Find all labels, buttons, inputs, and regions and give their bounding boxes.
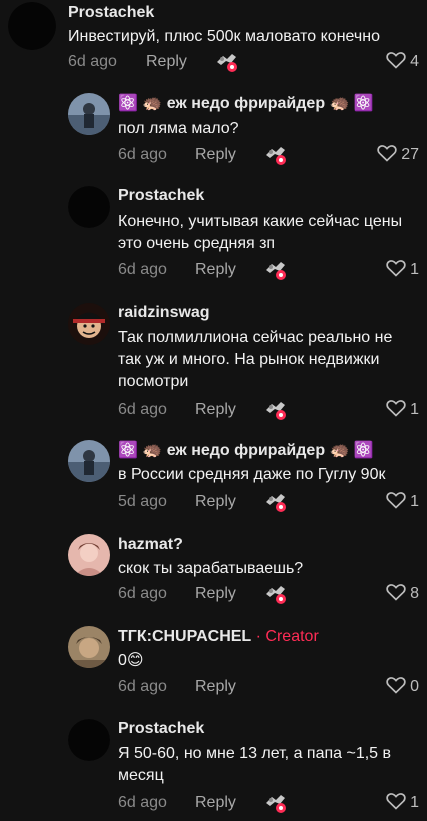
- comment-author[interactable]: Prostachek: [118, 719, 204, 739]
- like-button[interactable]: 1: [386, 259, 419, 281]
- comment-author[interactable]: ⚛️ 🦔 еж недо фрирайдер 🦔 ⚛️: [118, 441, 374, 461]
- reply-button[interactable]: Reply: [195, 260, 236, 280]
- comment-text: 0😊: [118, 652, 144, 669]
- like-count: 4: [410, 53, 419, 70]
- avatar[interactable]: [68, 719, 110, 761]
- reply-item: ТГК:CHUPACHEL · Creator 0😊 6d ago Reply …: [0, 622, 427, 707]
- like-button[interactable]: 1: [386, 491, 419, 513]
- duet-sticker-icon[interactable]: [263, 256, 289, 282]
- reply-button[interactable]: Reply: [195, 793, 236, 813]
- comment-author[interactable]: hazmat?: [118, 535, 183, 555]
- reply-button[interactable]: Reply: [195, 677, 236, 697]
- avatar[interactable]: [8, 2, 56, 50]
- like-count: 1: [410, 261, 419, 278]
- duet-sticker-icon[interactable]: [214, 48, 240, 74]
- comment-text: пол ляма мало?: [118, 120, 239, 137]
- comment-time: 6d ago: [118, 678, 167, 695]
- heart-outline-icon: [386, 583, 406, 606]
- reply-button[interactable]: Reply: [146, 52, 187, 72]
- like-count: 1: [410, 401, 419, 418]
- like-count: 1: [410, 794, 419, 811]
- reply-button[interactable]: Reply: [195, 145, 236, 165]
- reply-item: ⚛️ 🦔 еж недо фрирайдер 🦔 ⚛️ в России сре…: [0, 436, 427, 521]
- duet-sticker-icon[interactable]: [263, 789, 289, 815]
- comment-time: 6d ago: [118, 146, 167, 163]
- like-button[interactable]: 0: [386, 676, 419, 698]
- like-button[interactable]: 27: [377, 144, 419, 166]
- comment-text: скок ты зарабатываешь?: [118, 560, 304, 577]
- comment-author[interactable]: Prostachek: [68, 3, 154, 23]
- like-button[interactable]: 8: [386, 583, 419, 605]
- comment-item: Prostachek Инвестируй, плюс 500к маловат…: [0, 0, 427, 80]
- avatar[interactable]: [68, 440, 110, 482]
- comment-text: Я 50-60, но мне 13 лет, а папа ~1,5 в ме…: [118, 745, 392, 784]
- comment-time: 6d ago: [68, 53, 117, 70]
- like-count: 0: [410, 678, 419, 695]
- heart-outline-icon: [386, 259, 406, 282]
- like-count: 1: [410, 493, 419, 510]
- avatar[interactable]: [68, 534, 110, 576]
- heart-outline-icon: [386, 676, 406, 699]
- heart-outline-icon: [386, 399, 406, 422]
- like-button[interactable]: 1: [386, 792, 419, 814]
- comment-author[interactable]: raidzinswag: [118, 303, 210, 323]
- comment-author[interactable]: ⚛️ 🦔 еж недо фрирайдер 🦔 ⚛️: [118, 94, 374, 114]
- reply-item: Prostachek Я 50-60, но мне 13 лет, а пап…: [0, 715, 427, 820]
- duet-sticker-icon[interactable]: [263, 488, 289, 514]
- like-count: 27: [401, 146, 419, 163]
- duet-sticker-icon[interactable]: [263, 396, 289, 422]
- comment-text: Так полмиллиона сейчас реально не так уж…: [118, 329, 393, 390]
- comment-time: 6d ago: [118, 261, 167, 278]
- avatar[interactable]: [68, 93, 110, 135]
- comment-time: 6d ago: [118, 794, 167, 811]
- comment-author-line: ТГК:CHUPACHEL · Creator: [118, 627, 319, 647]
- reply-item: hazmat? скок ты зарабатываешь? 6d ago Re…: [0, 530, 427, 615]
- comment-time: 5d ago: [118, 493, 167, 510]
- comment-author[interactable]: Prostachek: [118, 186, 204, 206]
- comment-text: Конечно, учитывая какие сейчас цены это …: [118, 213, 403, 252]
- reply-button[interactable]: Reply: [195, 492, 236, 512]
- heart-outline-icon: [377, 144, 397, 167]
- creator-badge: · Creator: [251, 628, 319, 645]
- duet-sticker-icon[interactable]: [263, 141, 289, 167]
- like-count: 8: [410, 585, 419, 602]
- reply-item: ⚛️ 🦔 еж недо фрирайдер 🦔 ⚛️ пол ляма мал…: [0, 90, 427, 180]
- reply-button[interactable]: Reply: [195, 400, 236, 420]
- like-button[interactable]: 1: [386, 399, 419, 421]
- comment-author[interactable]: ТГК:CHUPACHEL: [118, 628, 251, 645]
- reply-item: raidzinswag Так полмиллиона сейчас реаль…: [0, 298, 427, 423]
- comment-text: Инвестируй, плюс 500к маловато конечно: [68, 28, 380, 45]
- comment-text: в России средняя даже по Гуглу 90к: [118, 466, 386, 483]
- like-button[interactable]: 4: [386, 51, 419, 73]
- comment-time: 6d ago: [118, 585, 167, 602]
- avatar[interactable]: [68, 626, 110, 668]
- heart-outline-icon: [386, 491, 406, 514]
- avatar[interactable]: [68, 186, 110, 228]
- duet-sticker-icon[interactable]: [263, 580, 289, 606]
- comment-time: 6d ago: [118, 401, 167, 418]
- reply-item: Prostachek Конечно, учитывая какие сейча…: [0, 182, 427, 292]
- heart-outline-icon: [386, 792, 406, 815]
- reply-button[interactable]: Reply: [195, 584, 236, 604]
- avatar[interactable]: [68, 303, 110, 345]
- heart-outline-icon: [386, 51, 406, 74]
